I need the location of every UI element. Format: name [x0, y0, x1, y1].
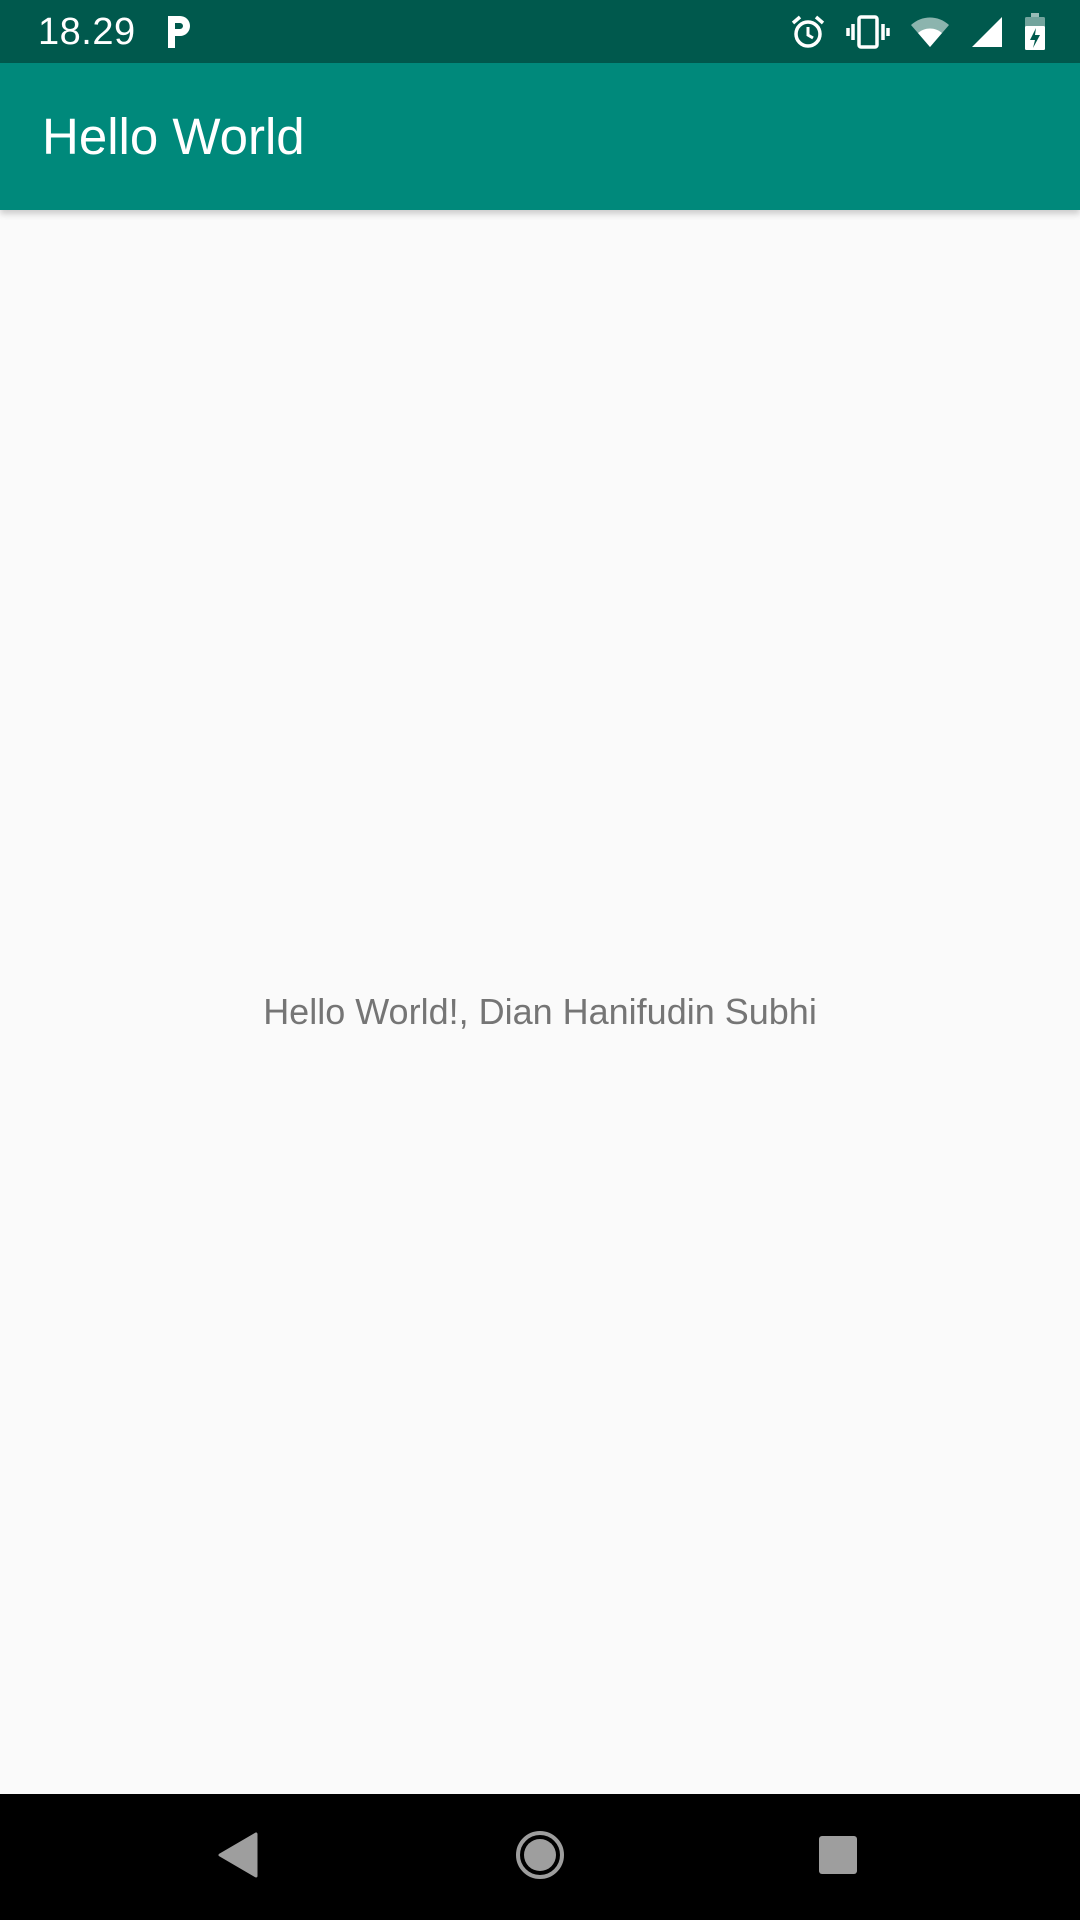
back-button[interactable] [205, 1824, 271, 1890]
wifi-icon [910, 15, 950, 49]
home-button[interactable] [507, 1824, 573, 1890]
status-icons [790, 12, 1046, 52]
parking-p-icon [164, 14, 192, 50]
alarm-icon [790, 14, 826, 50]
back-icon [218, 1832, 258, 1883]
home-icon [515, 1830, 565, 1885]
cell-signal-icon [970, 15, 1004, 49]
battery-icon [1024, 13, 1046, 51]
app-bar: Hello World [0, 63, 1080, 210]
status-bar: 18.29 [0, 0, 1080, 63]
app-title: Hello World [42, 108, 305, 165]
recents-button[interactable] [805, 1824, 871, 1890]
main-content: Hello World!, Dian Hanifudin Subhi [0, 210, 1080, 1794]
recents-icon [817, 1834, 859, 1881]
status-time: 18.29 [38, 11, 136, 53]
greeting-text: Hello World!, Dian Hanifudin Subhi [263, 991, 817, 1032]
navigation-bar [0, 1794, 1080, 1920]
android-screen: 18.29 Hello World Hello World!, Dian Han… [0, 0, 1080, 1920]
vibrate-icon [846, 14, 890, 50]
